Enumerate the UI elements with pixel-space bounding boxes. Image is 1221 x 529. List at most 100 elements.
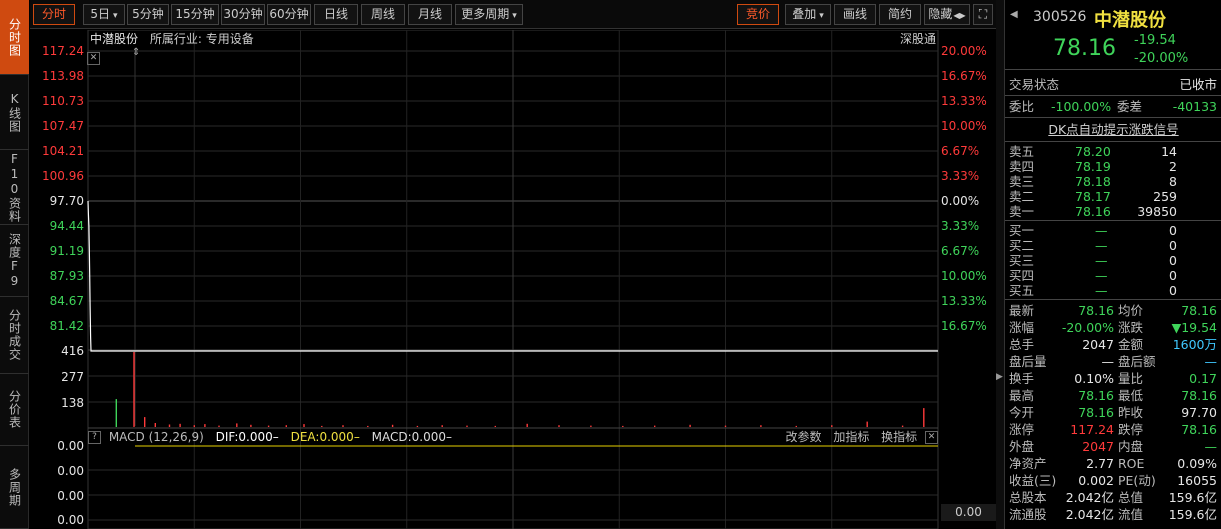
tab-f10[interactable]: F10资料: [0, 150, 29, 225]
stat-value: 159.6亿: [1168, 490, 1217, 505]
stat-value: 97.70: [1181, 405, 1217, 420]
macd-dea-value: DEA:0.000–: [290, 430, 360, 444]
stat-value: —: [1101, 354, 1115, 369]
price-tick-label: 107.47: [42, 119, 84, 133]
close-icon[interactable]: ✕: [87, 52, 100, 65]
stat-value: 117.24: [1070, 422, 1114, 437]
stat-row: 外盘 2047 内盘 —: [1005, 438, 1221, 455]
quote-panel: ◀ 300526 中潜股份 78.16 -19.54 -20.00% 交易状态 …: [1004, 0, 1221, 529]
stat-row: 总股本 2.042亿 总值 159.6亿: [1005, 489, 1221, 506]
stat-value: 2.042亿: [1065, 507, 1114, 522]
current-price: 78.16: [1053, 36, 1116, 61]
stat-value: 0.09%: [1177, 456, 1217, 471]
stat-value: 2.042亿: [1065, 490, 1114, 505]
price-tick-label: 91.19: [49, 244, 84, 258]
stat-label: 今开: [1009, 405, 1035, 420]
price-tick-label: 94.44: [49, 219, 84, 233]
add-indicator-button[interactable]: 加指标: [833, 430, 869, 444]
period-button-weekly[interactable]: 周线: [361, 4, 405, 25]
auction-button[interactable]: 竞价: [737, 4, 779, 25]
ask-volume: 39850: [1137, 204, 1177, 219]
macd-header: ? MACD (12,26,9) DIF:0.000– DEA:0.000– M…: [88, 429, 938, 446]
bid-label: 买五: [1009, 283, 1035, 298]
stat-value: 78.16: [1078, 388, 1114, 403]
order-ratio-row: 委比 -100.00% 委差 -40133: [1009, 99, 1217, 114]
period-button-15min[interactable]: 15分钟: [171, 4, 219, 25]
stat-label: 最高: [1009, 388, 1035, 403]
tab-intraday[interactable]: 分时图: [0, 0, 29, 75]
stat-row: 换手 0.10% 量比 0.17: [1005, 370, 1221, 387]
stat-label: 最低: [1118, 388, 1144, 403]
period-button-intraday[interactable]: 分时: [33, 4, 75, 25]
period-button-5min[interactable]: 5分钟: [127, 4, 169, 25]
stat-label: 最新: [1009, 303, 1035, 318]
period-button-5day[interactable]: 5日 ▾: [83, 4, 125, 25]
fullscreen-icon[interactable]: ⛶: [973, 4, 993, 25]
stat-label: 跌停: [1118, 422, 1144, 437]
quote-header: ◀ 300526 中潜股份 78.16 -19.54 -20.00%: [1005, 0, 1221, 70]
period-button-monthly[interactable]: 月线: [408, 4, 452, 25]
bid-price: —: [1095, 283, 1108, 298]
tab-time-sales[interactable]: 分时成交: [0, 297, 29, 374]
overlay-button[interactable]: 叠加 ▾: [785, 4, 831, 25]
bid-volume: 0: [1169, 283, 1177, 298]
stock-code: 300526: [1033, 9, 1087, 25]
draw-line-button[interactable]: 画线: [834, 4, 876, 25]
tab-depth[interactable]: 深度F9: [0, 225, 29, 297]
stat-label: 涨停: [1009, 422, 1035, 437]
bid-row: 买五 — 0: [1005, 282, 1221, 299]
price-tick-label: 84.67: [49, 294, 84, 308]
help-icon[interactable]: ?: [88, 431, 101, 444]
stat-label: 总手: [1009, 337, 1035, 352]
price-tick-label: 81.42: [49, 319, 84, 333]
stat-value: 78.16: [1078, 405, 1114, 420]
period-button-daily[interactable]: 日线: [314, 4, 358, 25]
stat-label: 外盘: [1009, 439, 1035, 454]
pct-tick-label: 6.67%: [941, 144, 980, 158]
tab-multi-period[interactable]: 多周期: [0, 446, 29, 529]
stat-label: 净资产: [1009, 456, 1047, 471]
price-tick-label: 117.24: [42, 44, 84, 58]
volume-tick-label: 138: [61, 396, 84, 410]
stat-value: —: [1204, 354, 1218, 369]
stock-name: 中潜股份: [1094, 10, 1166, 31]
pct-tick-label: 3.33%: [941, 169, 980, 183]
pct-tick-label: 20.00%: [941, 44, 987, 58]
stat-value: 78.16: [1078, 303, 1114, 318]
stat-label: 总值: [1118, 490, 1144, 505]
stat-label: 盘后额: [1118, 354, 1156, 369]
swap-indicator-button[interactable]: 换指标: [881, 430, 917, 444]
change-params-button[interactable]: 改参数: [785, 430, 821, 444]
dk-signal-link[interactable]: DK点自动提示涨跌信号: [1005, 121, 1221, 138]
pct-tick-label: 3.33%: [941, 219, 980, 233]
stat-value: -20.00%: [1061, 320, 1114, 335]
stat-value: 78.16: [1181, 422, 1217, 437]
period-button-60min[interactable]: 60分钟: [267, 4, 311, 25]
ask-price: 78.16: [1075, 204, 1111, 219]
period-button-more[interactable]: 更多周期 ▾: [455, 4, 523, 25]
double-arrow-icon: ◀▶: [953, 11, 966, 20]
industry-label[interactable]: 所属行业: 专用设备: [150, 32, 254, 46]
side-panel-toggle[interactable]: ▶: [996, 0, 1004, 529]
simple-mode-button[interactable]: 简约: [879, 4, 921, 25]
price-tick-label: 113.98: [42, 69, 84, 83]
macd-tick-label: 0.00: [57, 489, 84, 503]
stat-label: 昨收: [1118, 405, 1144, 420]
tab-kline[interactable]: K线图: [0, 75, 29, 150]
intraday-chart: ⇕ 中潜股份 所属行业: 专用设备 深股通 ✕ ? MACD (12,26,9)…: [30, 30, 996, 529]
stat-label: 总股本: [1009, 490, 1047, 505]
stat-label: 涨幅: [1009, 320, 1035, 335]
stat-row: 涨幅 -20.00% 涨跌 ▼19.54: [1005, 319, 1221, 336]
macd-tick-label: 0.00: [57, 439, 84, 453]
stat-value: 0.17: [1189, 371, 1217, 386]
tab-price-table[interactable]: 分价表: [0, 374, 29, 446]
stat-label: 盘后量: [1009, 354, 1047, 369]
connect-link[interactable]: 深股通: [900, 31, 936, 48]
stat-value: 0.10%: [1074, 371, 1114, 386]
prev-stock-icon[interactable]: ◀: [1010, 9, 1018, 20]
close-icon[interactable]: ✕: [925, 431, 938, 444]
price-tick-label: 100.96: [42, 169, 84, 183]
hide-button[interactable]: 隐藏◀▶: [924, 4, 970, 25]
period-button-30min[interactable]: 30分钟: [221, 4, 265, 25]
stat-value: 2047: [1082, 439, 1114, 454]
